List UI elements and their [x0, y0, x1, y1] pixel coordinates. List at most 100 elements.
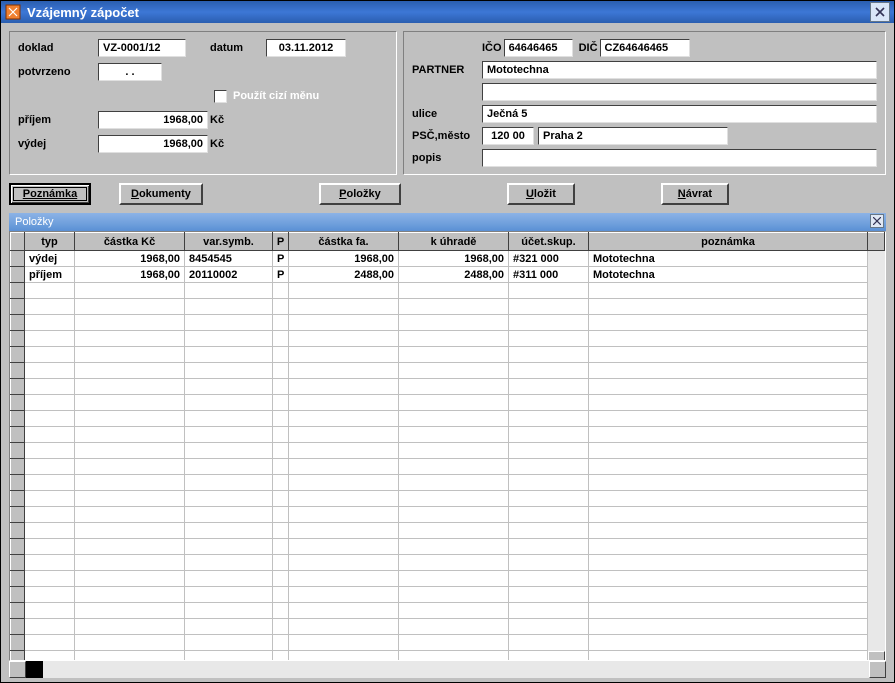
- grid-cell[interactable]: [509, 363, 589, 379]
- grid-cell[interactable]: [185, 459, 273, 475]
- navrat-button[interactable]: Návrat: [661, 183, 729, 205]
- hscroll-left-button[interactable]: [9, 661, 26, 678]
- grid-cell[interactable]: [185, 539, 273, 555]
- grid-cell[interactable]: [25, 539, 75, 555]
- grid-cell[interactable]: [75, 491, 185, 507]
- prijem-field[interactable]: 1968,00: [98, 111, 208, 129]
- row-header[interactable]: [11, 395, 25, 411]
- row-header[interactable]: [11, 555, 25, 571]
- grid-cell[interactable]: [589, 523, 868, 539]
- grid-cell[interactable]: [75, 571, 185, 587]
- grid-cell[interactable]: [289, 283, 399, 299]
- grid-cell[interactable]: [399, 347, 509, 363]
- grid-cell[interactable]: [399, 635, 509, 651]
- grid-cell[interactable]: [185, 491, 273, 507]
- table-row[interactable]: [11, 283, 885, 299]
- row-header[interactable]: [11, 443, 25, 459]
- grid-cell[interactable]: [399, 539, 509, 555]
- datum-field[interactable]: 03.11.2012: [266, 39, 346, 57]
- vscroll-track-cell[interactable]: [868, 443, 885, 459]
- row-header[interactable]: [11, 331, 25, 347]
- grid-cell[interactable]: 20110002: [185, 267, 273, 283]
- grid-cell[interactable]: [273, 555, 289, 571]
- table-row[interactable]: [11, 299, 885, 315]
- grid-cell[interactable]: [273, 635, 289, 651]
- grid-cell[interactable]: [399, 475, 509, 491]
- grid-cell[interactable]: [509, 491, 589, 507]
- grid-cell[interactable]: [589, 651, 868, 662]
- vscroll-track-cell[interactable]: [868, 251, 885, 267]
- scroll-up-button[interactable]: [868, 233, 885, 251]
- grid-cell[interactable]: [75, 379, 185, 395]
- vscroll-track-cell[interactable]: [868, 539, 885, 555]
- table-row[interactable]: [11, 331, 885, 347]
- row-header[interactable]: [11, 523, 25, 539]
- table-row[interactable]: [11, 443, 885, 459]
- table-row[interactable]: [11, 539, 885, 555]
- row-header[interactable]: [11, 507, 25, 523]
- potvrzeno-field[interactable]: . .: [98, 63, 162, 81]
- table-row[interactable]: [11, 571, 885, 587]
- grid-cell[interactable]: [185, 347, 273, 363]
- table-row[interactable]: [11, 523, 885, 539]
- horizontal-scrollbar[interactable]: [9, 661, 886, 678]
- vscroll-track-cell[interactable]: [868, 635, 885, 651]
- grid-cell[interactable]: [589, 539, 868, 555]
- row-header[interactable]: [11, 619, 25, 635]
- grid-cell[interactable]: [589, 475, 868, 491]
- grid-cell[interactable]: [589, 603, 868, 619]
- grid-cell[interactable]: [399, 395, 509, 411]
- grid-cell[interactable]: [589, 427, 868, 443]
- vscroll-track-cell[interactable]: [868, 427, 885, 443]
- grid-cell[interactable]: [75, 299, 185, 315]
- grid-cell[interactable]: [289, 379, 399, 395]
- grid-cell[interactable]: [273, 491, 289, 507]
- grid-cell[interactable]: [289, 491, 399, 507]
- table-row[interactable]: [11, 619, 885, 635]
- grid-cell[interactable]: [273, 539, 289, 555]
- grid-cell[interactable]: [185, 619, 273, 635]
- vscroll-track-cell[interactable]: [868, 411, 885, 427]
- row-header[interactable]: [11, 459, 25, 475]
- doklad-field[interactable]: VZ-0001/12: [98, 39, 186, 57]
- vydej-field[interactable]: 1968,00: [98, 135, 208, 153]
- row-header[interactable]: [11, 363, 25, 379]
- grid-cell[interactable]: [509, 411, 589, 427]
- grid-cell[interactable]: [75, 331, 185, 347]
- row-header[interactable]: [11, 635, 25, 651]
- vscroll-track-cell[interactable]: [868, 507, 885, 523]
- grid-cell[interactable]: [25, 587, 75, 603]
- hscroll-track[interactable]: [26, 661, 869, 678]
- row-header[interactable]: [11, 347, 25, 363]
- table-row[interactable]: [11, 651, 885, 662]
- row-header[interactable]: [11, 603, 25, 619]
- grid-cell[interactable]: [399, 443, 509, 459]
- grid-cell[interactable]: [509, 427, 589, 443]
- table-row[interactable]: [11, 587, 885, 603]
- dic-field[interactable]: CZ64646465: [600, 39, 690, 57]
- grid-cell[interactable]: 1968,00: [399, 251, 509, 267]
- grid-cell[interactable]: [399, 379, 509, 395]
- grid-cell[interactable]: [75, 651, 185, 662]
- grid-cell[interactable]: [399, 507, 509, 523]
- row-header[interactable]: [11, 587, 25, 603]
- grid-cell[interactable]: [25, 283, 75, 299]
- grid-cell[interactable]: [185, 443, 273, 459]
- col-header-k-uhrade[interactable]: k úhradě: [399, 233, 509, 251]
- grid-cell[interactable]: [185, 411, 273, 427]
- col-header-poznamka[interactable]: poznámka: [589, 233, 868, 251]
- grid-cell[interactable]: [273, 395, 289, 411]
- col-header-castka-fa[interactable]: částka fa.: [289, 233, 399, 251]
- grid-cell[interactable]: [25, 475, 75, 491]
- partner-field-2[interactable]: [482, 83, 877, 101]
- grid-cell[interactable]: [289, 587, 399, 603]
- grid-cell[interactable]: [399, 491, 509, 507]
- grid-cell[interactable]: [273, 411, 289, 427]
- grid-cell[interactable]: [273, 507, 289, 523]
- table-row[interactable]: [11, 379, 885, 395]
- grid-cell[interactable]: [589, 587, 868, 603]
- vscroll-track-cell[interactable]: [868, 379, 885, 395]
- grid-cell[interactable]: [509, 443, 589, 459]
- grid-cell[interactable]: [273, 619, 289, 635]
- grid-cell[interactable]: Mototechna: [589, 251, 868, 267]
